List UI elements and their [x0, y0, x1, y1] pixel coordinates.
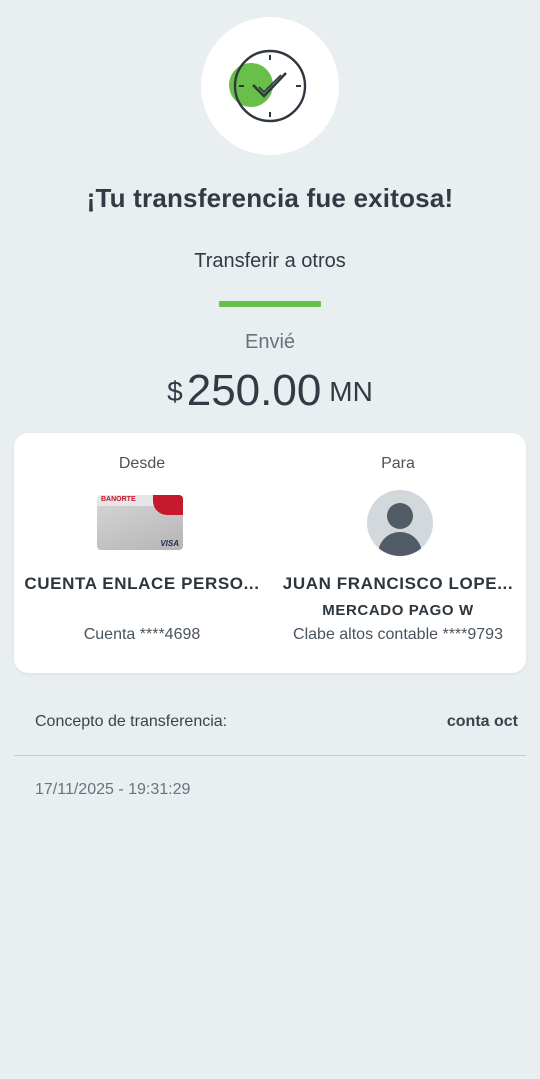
accent-divider [219, 301, 321, 307]
concept-label: Concepto de transferencia: [35, 713, 228, 730]
to-account-number: Clabe altos contable ****9793 [293, 626, 503, 643]
currency-symbol: $ [167, 376, 183, 407]
transfer-details-card: Desde BANORTE VISA CUENTA ENLACE PERSO..… [14, 433, 526, 673]
from-heading: Desde [118, 455, 166, 472]
transfer-type: Transferir a otros [194, 250, 346, 272]
from-account-name: CUENTA ENLACE PERSO... [24, 574, 260, 593]
to-account-name: JUAN FRANCISCO LOPE... [282, 574, 514, 593]
user-avatar-icon [367, 490, 433, 556]
amount-value: 250.00 [186, 366, 322, 415]
concept-value: conta oct [446, 713, 518, 730]
success-check-icon [229, 49, 307, 123]
sent-label: Envié [244, 331, 296, 353]
transfer-timestamp: 17/11/2025 - 19:31:29 [35, 781, 191, 798]
to-heading: Para [381, 455, 415, 472]
bank-card-image: BANORTE VISA [97, 495, 183, 550]
concept-row: Concepto de transferencia: conta oct [35, 713, 518, 735]
card-network-label: VISA [160, 539, 179, 548]
success-title: ¡Tu transferencia fue exitosa! [86, 183, 454, 213]
to-account: Para JUAN FRANCISCO LOPE... MERCADO PAGO… [270, 433, 526, 673]
card-brand-label: BANORTE [101, 496, 136, 503]
to-bank-name: MERCADO PAGO W [322, 602, 474, 619]
amount: $250.00 MN [0, 366, 540, 416]
from-account-number: Cuenta ****4698 [83, 626, 201, 643]
divider [14, 755, 526, 756]
success-icon-container [201, 17, 339, 155]
currency-unit: MN [329, 376, 373, 407]
from-account: Desde BANORTE VISA CUENTA ENLACE PERSO..… [14, 433, 270, 673]
